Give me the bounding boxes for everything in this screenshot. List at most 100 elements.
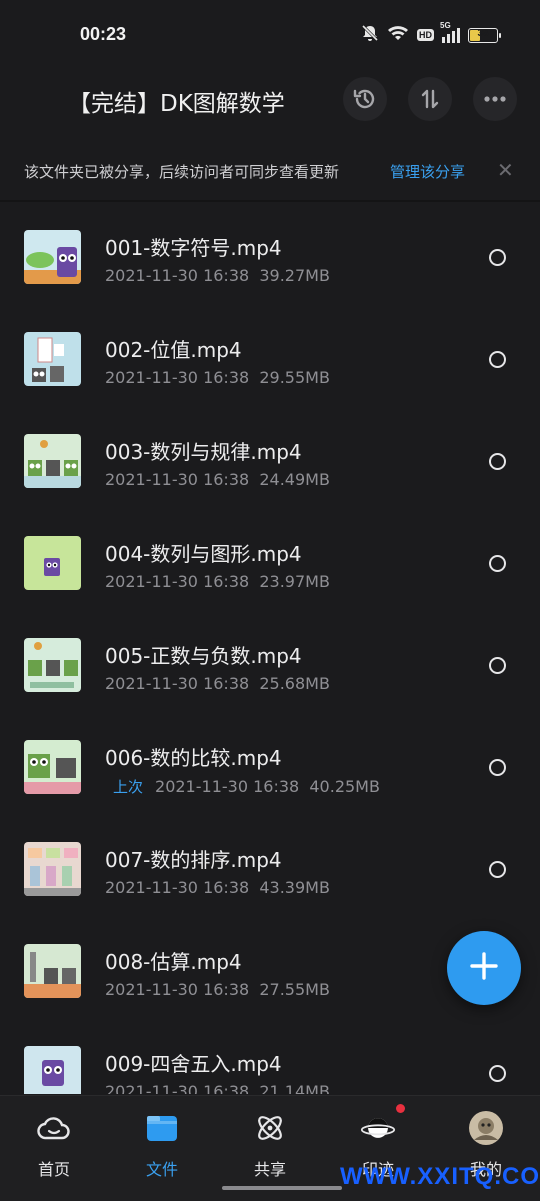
- share-banner: 该文件夹已被分享，后续访问者可同步查看更新 管理该分享 ✕: [0, 148, 540, 194]
- video-thumbnail: [24, 944, 81, 998]
- select-radio[interactable]: [489, 657, 506, 674]
- file-date: 2021-11-30 16:38: [105, 368, 250, 387]
- file-date: 2021-11-30 16:38: [105, 1082, 250, 1094]
- file-row[interactable]: 004-数列与图形.mp4 2021-11-30 16:38 23.97MB: [0, 512, 540, 614]
- file-date: 2021-11-30 16:38: [105, 266, 250, 285]
- status-time: 00:23: [80, 24, 127, 44]
- sort-icon: [418, 87, 442, 111]
- battery-icon: 36: [468, 27, 501, 43]
- file-date: 2021-11-30 16:38: [105, 674, 250, 693]
- plus-icon: [469, 951, 499, 985]
- file-name: 001-数字符号.mp4: [105, 236, 282, 260]
- file-meta: 2021-11-30 16:38 23.97MB: [105, 572, 330, 591]
- more-button[interactable]: [473, 77, 517, 121]
- select-radio[interactable]: [489, 555, 506, 572]
- file-date: 2021-11-30 16:38: [105, 470, 250, 489]
- page-title: 【完结】DK图解数学: [68, 91, 285, 117]
- video-thumbnail: [24, 1046, 81, 1094]
- last-viewed-tag: 上次: [113, 778, 144, 796]
- file-row[interactable]: 002-位值.mp4 2021-11-30 16:38 29.55MB: [0, 308, 540, 410]
- file-size: 29.55MB: [259, 368, 330, 387]
- select-radio[interactable]: [489, 351, 506, 368]
- atom-icon: [252, 1110, 288, 1146]
- add-button[interactable]: [447, 931, 521, 1005]
- select-radio[interactable]: [489, 1065, 506, 1082]
- history-icon: [352, 86, 378, 112]
- nav-files[interactable]: 文件: [108, 1096, 216, 1201]
- file-name: 006-数的比较.mp4: [105, 746, 282, 770]
- folder-icon: [144, 1110, 180, 1146]
- video-thumbnail: [24, 740, 81, 794]
- file-size: 21.14MB: [259, 1082, 330, 1094]
- nav-label: 首页: [37, 1160, 70, 1179]
- more-icon: [483, 95, 507, 103]
- file-row[interactable]: 007-数的排序.mp4 2021-11-30 16:38 43.39MB: [0, 818, 540, 920]
- file-meta: 2021-11-30 16:38 21.14MB: [105, 1082, 330, 1094]
- file-date: 2021-11-30 16:38: [105, 980, 250, 999]
- file-name: 009-四舍五入.mp4: [105, 1052, 282, 1076]
- file-date: 2021-11-30 16:38: [105, 572, 250, 591]
- file-row[interactable]: 005-正数与负数.mp4 2021-11-30 16:38 25.68MB: [0, 614, 540, 716]
- file-meta: 2021-11-30 16:38 27.55MB: [105, 980, 330, 999]
- file-name: 005-正数与负数.mp4: [105, 644, 302, 668]
- signal-icon: 5G: [440, 21, 460, 43]
- close-icon[interactable]: ✕: [497, 158, 514, 182]
- notification-badge: [396, 1104, 405, 1113]
- nav-label: 共享: [253, 1160, 286, 1179]
- avatar: [468, 1110, 504, 1146]
- file-size: 24.49MB: [259, 470, 330, 489]
- hd-badge: HD: [417, 29, 434, 41]
- cloud-icon: [36, 1110, 72, 1146]
- file-meta: 2021-11-30 16:38 29.55MB: [105, 368, 330, 387]
- file-meta: 2021-11-30 16:38 43.39MB: [105, 878, 330, 897]
- select-radio[interactable]: [489, 759, 506, 776]
- file-name: 008-估算.mp4: [105, 950, 242, 974]
- file-name: 002-位值.mp4: [105, 338, 242, 362]
- status-icons: HD 5G 36: [361, 21, 501, 46]
- nav-label: 文件: [145, 1160, 178, 1179]
- file-name: 003-数列与规律.mp4: [105, 440, 302, 464]
- file-date: 2021-11-30 16:38: [105, 878, 250, 897]
- signal-type: 5G: [440, 21, 451, 30]
- watermark: WWW.XXITQ.COM: [340, 1163, 540, 1190]
- video-thumbnail: [24, 230, 81, 284]
- nav-home[interactable]: 首页: [0, 1096, 108, 1201]
- file-size: 43.39MB: [259, 878, 330, 897]
- battery-percent: 36: [477, 27, 489, 39]
- share-notice-text: 该文件夹已被分享，后续访问者可同步查看更新: [24, 163, 340, 181]
- divider: [0, 200, 540, 202]
- file-name: 004-数列与图形.mp4: [105, 542, 302, 566]
- status-bar: 00:23 HD 5G 36: [0, 0, 540, 72]
- file-row[interactable]: 009-四舍五入.mp4 2021-11-30 16:38 21.14MB: [0, 1022, 540, 1094]
- planet-icon: [360, 1110, 396, 1146]
- file-size: 25.68MB: [259, 674, 330, 693]
- file-row[interactable]: 006-数的比较.mp4 上次 2021-11-30 16:38 40.25MB: [0, 716, 540, 818]
- mute-icon: [361, 24, 379, 46]
- file-size: 39.27MB: [259, 266, 330, 285]
- select-radio[interactable]: [489, 249, 506, 266]
- file-meta: 2021-11-30 16:38 24.49MB: [105, 470, 330, 489]
- wifi-icon: [387, 24, 409, 46]
- file-size: 40.25MB: [309, 777, 380, 796]
- file-size: 27.55MB: [259, 980, 330, 999]
- select-radio[interactable]: [489, 861, 506, 878]
- video-thumbnail: [24, 842, 81, 896]
- file-size: 23.97MB: [259, 572, 330, 591]
- video-thumbnail: [24, 536, 81, 590]
- history-button[interactable]: [343, 77, 387, 121]
- file-row[interactable]: 001-数字符号.mp4 2021-11-30 16:38 39.27MB: [0, 206, 540, 308]
- file-meta: 2021-11-30 16:38 39.27MB: [105, 266, 330, 285]
- title-bar: 【完结】DK图解数学: [0, 72, 540, 126]
- file-meta: 2021-11-30 16:38 25.68MB: [105, 674, 330, 693]
- video-thumbnail: [24, 638, 81, 692]
- file-name: 007-数的排序.mp4: [105, 848, 282, 872]
- home-indicator[interactable]: [222, 1186, 342, 1190]
- video-thumbnail: [24, 434, 81, 488]
- file-meta: 上次 2021-11-30 16:38 40.25MB: [105, 776, 380, 797]
- manage-share-link[interactable]: 管理该分享: [390, 161, 465, 182]
- file-row[interactable]: 003-数列与规律.mp4 2021-11-30 16:38 24.49MB: [0, 410, 540, 512]
- select-radio[interactable]: [489, 453, 506, 470]
- file-date: 2021-11-30 16:38: [155, 777, 300, 796]
- video-thumbnail: [24, 332, 81, 386]
- sort-button[interactable]: [408, 77, 452, 121]
